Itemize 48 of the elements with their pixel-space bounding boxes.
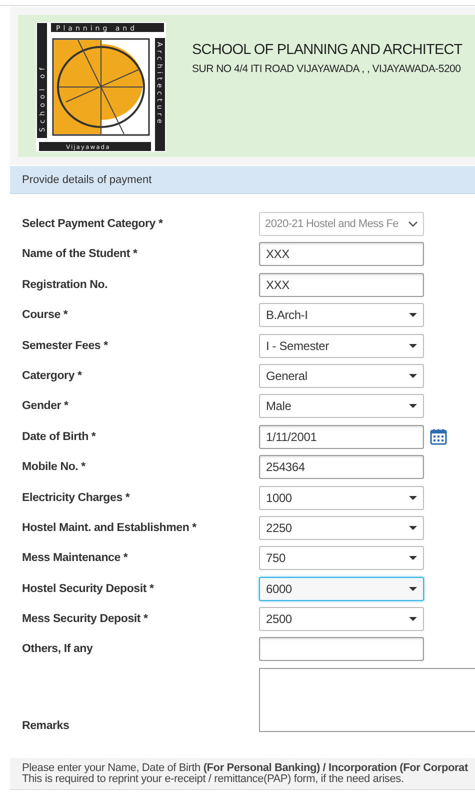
field-label: Catergory * <box>22 370 83 382</box>
caret-icon <box>409 556 417 560</box>
field-label: Mess Security Deposit * <box>22 613 149 626</box>
field-label: Mobile No. * <box>22 461 86 474</box>
dropdown[interactable]: 1000 <box>259 486 424 510</box>
dropdown[interactable]: General <box>259 364 424 388</box>
field-label: Mess Maintenance * <box>22 552 129 564</box>
footer-note: This is required to reprint your e-receipt / remittance(PAP) form, if the need arises. <box>22 774 404 785</box>
field-label: Hostel Security Deposit * <box>22 582 155 595</box>
input-field[interactable]: 1/11/2001 <box>259 424 424 449</box>
school-address: SUR NO 4/4 ITI ROAD VIJAYAWADA , , VIJAYAWADA-5200 <box>192 63 462 75</box>
dropdown[interactable]: Male <box>259 394 424 418</box>
input-field[interactable]: XXX <box>259 242 424 266</box>
dropdown[interactable]: 2020-21 Hostel and Mess Fe <box>259 212 424 236</box>
caret-icon <box>409 313 417 318</box>
caret-icon <box>409 404 417 408</box>
input-field[interactable]: 254364 <box>259 455 424 480</box>
field-label: Remarks <box>22 720 70 732</box>
field-label: Hostel Maint. and Establishmen * <box>22 522 198 534</box>
dropdown[interactable]: 2500 <box>259 607 424 632</box>
dropdown[interactable]: I - Semester <box>259 334 424 358</box>
input-field[interactable]: XXX <box>259 272 424 297</box>
text-area[interactable] <box>259 668 475 732</box>
field-label: Electricity Charges * <box>22 492 131 504</box>
caret-icon <box>409 344 417 348</box>
dropdown[interactable]: 750 <box>259 546 424 570</box>
school-name: SCHOOL OF PLANNING AND ARCHITECT <box>192 42 462 58</box>
footer-note: Please enter your Name, Date of Birth (For Personal Banking) / Incorporation (For Corporat <box>22 762 469 774</box>
input-field[interactable] <box>259 637 424 662</box>
dropdown[interactable]: 2250 <box>259 516 424 540</box>
field-label: Others, If any <box>22 643 94 656</box>
field-label: Semester Fees * <box>22 340 109 352</box>
calendar-icon[interactable] <box>430 428 447 446</box>
caret-icon <box>409 374 417 378</box>
caret-icon <box>409 496 417 500</box>
caret-icon <box>409 586 417 591</box>
dropdown[interactable]: 6000 <box>259 576 424 601</box>
dropdown[interactable]: B.Arch-I <box>259 303 424 328</box>
field-label: Course * <box>22 309 69 322</box>
field-label: Select Payment Category * <box>22 218 164 230</box>
caret-icon <box>409 526 417 530</box>
field-label: Name of the Student * <box>22 248 138 260</box>
field-label: Gender * <box>22 400 70 412</box>
chevron-icon <box>408 221 418 227</box>
section-title: Provide details of payment <box>22 174 152 186</box>
field-label: Date of Birth * <box>22 430 97 443</box>
caret-icon <box>409 617 417 622</box>
field-label: Registration No. <box>22 278 109 291</box>
